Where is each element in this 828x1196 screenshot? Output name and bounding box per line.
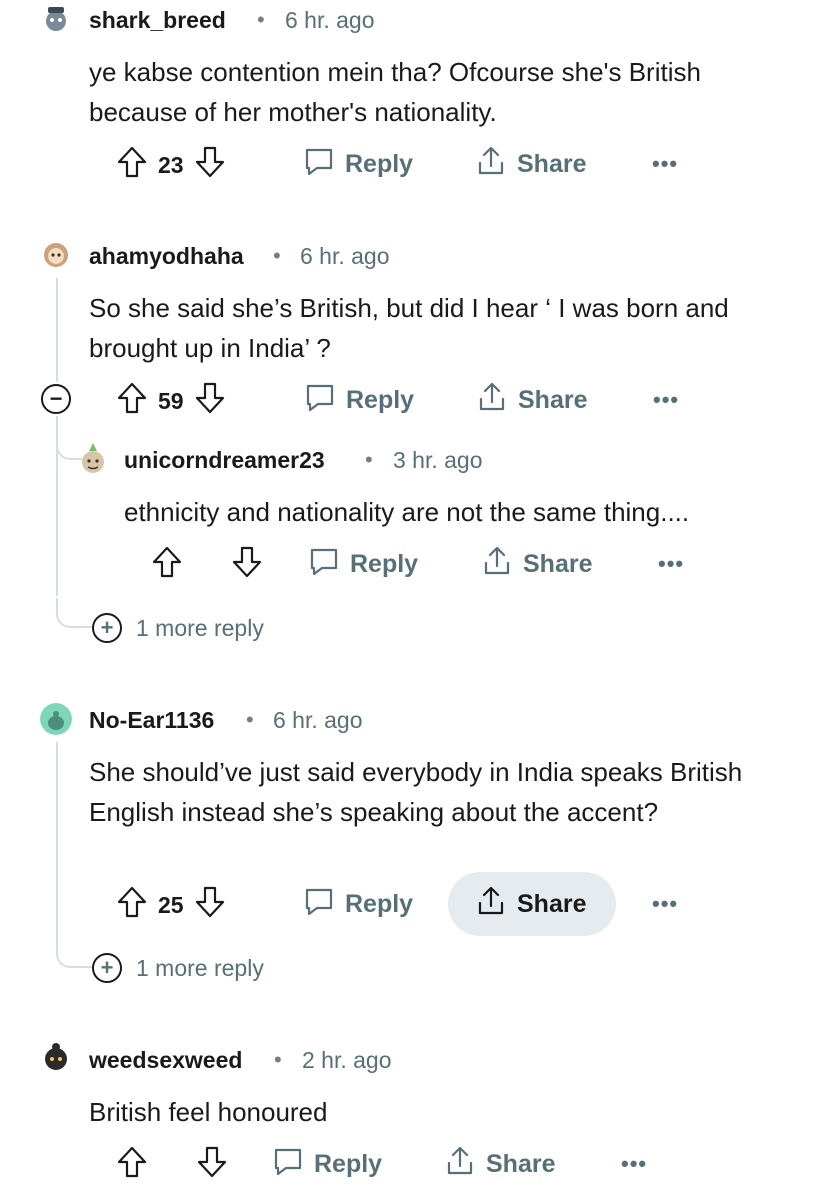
reply-button[interactable]: Reply bbox=[303, 885, 413, 924]
collapse-thread-button[interactable]: − bbox=[41, 384, 71, 414]
share-label: Share bbox=[486, 1150, 556, 1178]
minus-icon: − bbox=[49, 386, 63, 411]
comment-icon bbox=[304, 381, 336, 420]
vote-controls bbox=[151, 545, 263, 586]
comment-text: She should’ve just said everybody in Ind… bbox=[89, 757, 743, 827]
more-options-button[interactable]: ••• bbox=[653, 387, 679, 413]
vote-controls: 59 bbox=[116, 381, 226, 422]
separator-dot: • bbox=[365, 447, 373, 472]
separator-dot: • bbox=[246, 707, 254, 732]
avatar[interactable] bbox=[40, 1041, 72, 1073]
avatar[interactable] bbox=[40, 238, 72, 270]
share-icon bbox=[475, 885, 507, 924]
comment-text: So she said she’s British, but did I hea… bbox=[89, 293, 729, 363]
username[interactable]: weedsexweed bbox=[89, 1047, 242, 1074]
more-replies-link[interactable]: + 1 more reply bbox=[92, 613, 264, 643]
more-replies-link[interactable]: + 1 more reply bbox=[92, 953, 264, 983]
username[interactable]: shark_breed bbox=[89, 7, 226, 34]
reply-button[interactable]: Reply bbox=[308, 545, 418, 584]
username[interactable]: ahamyodhaha bbox=[89, 243, 244, 270]
username[interactable]: unicorndreamer23 bbox=[124, 447, 325, 474]
more-reply-connector bbox=[56, 598, 92, 628]
share-icon bbox=[444, 1145, 476, 1184]
reply-label: Reply bbox=[345, 150, 414, 178]
comment-text: ethnicity and nationality are not the sa… bbox=[124, 497, 690, 527]
more-reply-connector bbox=[56, 938, 92, 968]
share-label: Share bbox=[518, 386, 588, 414]
reply-label: Reply bbox=[346, 386, 415, 414]
vote-controls: 23 bbox=[116, 145, 226, 186]
comment-icon bbox=[272, 1145, 304, 1184]
separator-dot: • bbox=[273, 243, 281, 268]
thread-line[interactable] bbox=[56, 742, 58, 938]
plus-icon: + bbox=[92, 613, 122, 643]
reply-button[interactable]: Reply bbox=[304, 381, 414, 420]
share-icon bbox=[475, 145, 507, 184]
vote-count: 25 bbox=[158, 892, 184, 918]
share-button[interactable]: Share bbox=[444, 1145, 555, 1184]
downvote-icon[interactable] bbox=[231, 545, 263, 586]
vote-controls: 25 bbox=[116, 885, 226, 926]
avatar[interactable] bbox=[78, 442, 108, 476]
upvote-icon[interactable] bbox=[116, 381, 148, 422]
reply-label: Reply bbox=[314, 1150, 383, 1178]
vote-count: 59 bbox=[158, 388, 184, 414]
separator-dot: • bbox=[274, 1047, 282, 1072]
timestamp[interactable]: 6 hr. ago bbox=[285, 7, 375, 34]
more-options-button[interactable]: ••• bbox=[652, 891, 678, 917]
username[interactable]: No-Ear1136 bbox=[89, 707, 214, 734]
upvote-icon[interactable] bbox=[116, 145, 148, 186]
plus-icon: + bbox=[92, 953, 122, 983]
upvote-icon[interactable] bbox=[116, 1145, 148, 1186]
comment-text: ye kabse contention mein tha? Ofcourse s… bbox=[89, 57, 701, 127]
more-options-button[interactable]: ••• bbox=[621, 1151, 647, 1177]
more-replies-label: 1 more reply bbox=[136, 614, 264, 641]
downvote-icon[interactable] bbox=[194, 885, 226, 926]
share-label: Share bbox=[517, 890, 587, 918]
timestamp[interactable]: 2 hr. ago bbox=[302, 1047, 392, 1074]
comment-text: British feel honoured bbox=[89, 1097, 328, 1127]
upvote-icon[interactable] bbox=[151, 545, 183, 586]
vote-controls bbox=[116, 1145, 228, 1186]
share-button[interactable]: Share bbox=[481, 545, 592, 584]
vote-count: 23 bbox=[158, 152, 184, 178]
more-replies-label: 1 more reply bbox=[136, 954, 264, 981]
reply-label: Reply bbox=[350, 550, 419, 578]
thread-line[interactable] bbox=[56, 278, 58, 382]
share-button[interactable]: Share bbox=[475, 885, 586, 924]
upvote-icon[interactable] bbox=[116, 885, 148, 926]
reply-button[interactable]: Reply bbox=[272, 1145, 382, 1184]
timestamp[interactable]: 3 hr. ago bbox=[393, 447, 483, 474]
downvote-icon[interactable] bbox=[194, 381, 226, 422]
comment-icon bbox=[303, 145, 335, 184]
more-options-button[interactable]: ••• bbox=[652, 151, 678, 177]
share-label: Share bbox=[517, 150, 587, 178]
comment-icon bbox=[308, 545, 340, 584]
downvote-icon[interactable] bbox=[194, 145, 226, 186]
share-button[interactable]: Share bbox=[475, 145, 586, 184]
separator-dot: • bbox=[257, 7, 265, 32]
reply-button[interactable]: Reply bbox=[303, 145, 413, 184]
more-options-button[interactable]: ••• bbox=[658, 551, 684, 577]
downvote-icon[interactable] bbox=[196, 1145, 228, 1186]
avatar[interactable] bbox=[40, 3, 72, 35]
timestamp[interactable]: 6 hr. ago bbox=[273, 707, 363, 734]
share-icon bbox=[476, 381, 508, 420]
timestamp[interactable]: 6 hr. ago bbox=[300, 243, 390, 270]
share-label: Share bbox=[523, 550, 593, 578]
comment-icon bbox=[303, 885, 335, 924]
share-button[interactable]: Share bbox=[476, 381, 587, 420]
reply-label: Reply bbox=[345, 890, 414, 918]
avatar[interactable] bbox=[40, 703, 72, 735]
share-icon bbox=[481, 545, 513, 584]
